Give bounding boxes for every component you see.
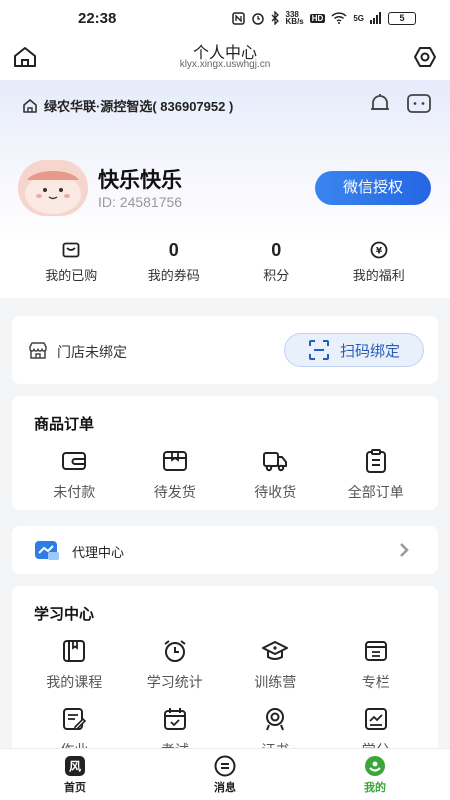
orders-title: 商品订单: [34, 416, 95, 433]
learn-label: 专栏: [361, 674, 390, 690]
order-unpaid[interactable]: 未付款: [24, 448, 125, 502]
store-selector[interactable]: 绿农华联·源控智选( 836907952 ): [22, 96, 233, 115]
store-binding-status: 门店未绑定: [57, 344, 127, 360]
order-label: 待发货: [153, 484, 196, 500]
learning-row-1: 我的课程 学习统计 训练营 专栏: [24, 638, 426, 692]
learn-label: 学习统计: [146, 674, 203, 690]
clipboard-icon: [365, 449, 386, 473]
stat-label: 积分: [263, 268, 290, 283]
message-icon: [214, 755, 236, 777]
user-id: ID: 24581756: [98, 194, 183, 210]
order-label: 全部订单: [347, 484, 404, 500]
scan-icon: [308, 340, 329, 360]
bluetooth-icon: [271, 11, 279, 25]
status-icons: 338 KB/s HD 5G 5: [231, 10, 416, 26]
username: 快乐快乐: [98, 169, 182, 192]
learn-label: 训练营: [254, 674, 297, 690]
package-icon: [162, 451, 187, 471]
stat-value: 0: [271, 239, 282, 260]
store-binding-card: 门店未绑定 扫码绑定: [12, 316, 438, 384]
yen-coin-icon: ¥: [370, 241, 388, 259]
shop-icon: [29, 342, 47, 359]
store-home-icon: [23, 98, 37, 113]
tab-home[interactable]: 风 首页: [0, 749, 150, 800]
tab-label: 消息: [214, 782, 236, 794]
book-icon: [63, 640, 86, 662]
tab-mine[interactable]: 我的: [300, 749, 450, 800]
settings-icon[interactable]: [412, 44, 438, 70]
home-tab-icon: 风: [65, 756, 85, 776]
scan-bind-label: 扫码绑定: [339, 342, 400, 360]
learn-my-courses[interactable]: 我的课程: [24, 638, 125, 692]
learn-column[interactable]: 专栏: [326, 638, 427, 692]
signal-icon: [370, 12, 381, 24]
order-to-receive[interactable]: 待收货: [225, 448, 326, 502]
wifi-icon: [331, 12, 347, 24]
status-bar: 22:38 338 KB/s HD 5G 5: [0, 0, 450, 36]
nfc-icon: [231, 11, 245, 25]
learn-label: 我的课程: [46, 674, 103, 690]
learning-title: 学习中心: [34, 606, 95, 623]
tab-label: 首页: [64, 782, 86, 794]
bottom-tab-bar: 风 首页 消息 我的: [0, 748, 450, 800]
graduation-cap-icon: [262, 641, 289, 660]
agent-center-label: 代理中心: [72, 545, 125, 560]
purchased-icon: [62, 242, 80, 258]
alarm-clock-icon: [164, 640, 186, 662]
tab-messages[interactable]: 消息: [150, 749, 300, 800]
calendar-check-icon: [163, 708, 186, 730]
alarm-icon: [251, 13, 264, 25]
orders-row: 未付款 待发货 待收货 全部订单: [24, 448, 426, 502]
truck-icon: [263, 452, 288, 472]
credits-chart-icon: [364, 708, 387, 730]
chevron-right-icon: [400, 543, 409, 557]
bell-icon[interactable]: [368, 92, 392, 116]
profile-hero: 绿农华联·源控智选( 836907952 ) 快乐快乐 ID: 24581756…: [0, 80, 450, 298]
stat-label: 我的福利: [352, 268, 405, 283]
column-icon: [364, 641, 387, 661]
scan-bind-button[interactable]: 扫码绑定: [284, 333, 424, 367]
app-header: 个人中心 klyx.xingx.uswhgj.cn: [0, 36, 450, 80]
stat-points[interactable]: 0 积分: [225, 240, 328, 284]
svg-text:¥: ¥: [376, 247, 383, 257]
stat-label: 我的券码: [147, 268, 200, 283]
certificate-icon: [266, 708, 285, 731]
signal-label: 5G: [353, 13, 364, 23]
edit-note-icon: [63, 708, 87, 730]
store-name: 绿农华联·源控智选( 836907952 ): [44, 99, 234, 114]
stats-row: 我的已购 0 我的券码 0 积分 ¥ 我的福利: [20, 240, 430, 284]
avatar-image: [18, 160, 88, 216]
order-label: 未付款: [53, 484, 96, 500]
battery-icon: 5: [388, 11, 416, 25]
stat-purchased[interactable]: 我的已购: [20, 240, 123, 284]
agent-chart-icon: [35, 541, 59, 560]
wechat-auth-button[interactable]: 微信授权: [315, 171, 431, 205]
hd-badge: HD: [309, 13, 326, 23]
svg-text:风: 风: [69, 760, 81, 774]
orders-card: 商品订单 未付款 待发货 待收货 全部订单: [12, 396, 438, 510]
customer-service-icon[interactable]: [406, 92, 432, 116]
order-all[interactable]: 全部订单: [326, 448, 427, 502]
tab-label: 我的: [364, 782, 386, 794]
learn-stats[interactable]: 学习统计: [125, 638, 226, 692]
agent-center-row[interactable]: 代理中心: [12, 526, 438, 574]
order-label: 待收货: [254, 484, 297, 500]
profile-tab-icon: [365, 756, 385, 776]
page-url: klyx.xingx.uswhgj.cn: [179, 59, 271, 70]
avatar[interactable]: [18, 160, 88, 216]
learn-bootcamp[interactable]: 训练营: [225, 638, 326, 692]
order-to-ship[interactable]: 待发货: [125, 448, 226, 502]
stat-value: 0: [168, 239, 179, 260]
stat-coupons[interactable]: 0 我的券码: [123, 240, 226, 284]
status-time: 22:38: [78, 9, 117, 27]
wallet-icon: [62, 452, 87, 470]
net-speed: 338 KB/s: [285, 10, 304, 26]
stat-welfare[interactable]: ¥ 我的福利: [328, 240, 431, 284]
stat-label: 我的已购: [45, 268, 98, 283]
